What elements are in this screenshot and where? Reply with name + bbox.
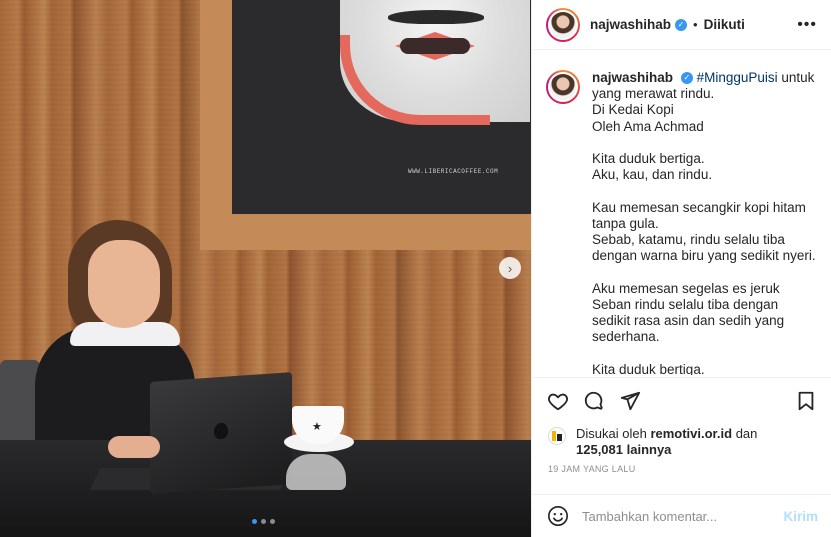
more-options-icon[interactable]: ••• xyxy=(797,16,817,34)
carousel-dot xyxy=(270,519,275,524)
person-hand xyxy=(108,436,160,458)
caption-line: Aku, kau, dan rindu. xyxy=(592,167,713,183)
avatar-image xyxy=(548,72,578,102)
action-bar xyxy=(532,377,831,423)
liker-avatar[interactable] xyxy=(548,427,566,445)
caption-first-line: najwashihab ✓ #MingguPuisi untuk yang me… xyxy=(592,70,817,102)
save-button[interactable] xyxy=(794,389,818,413)
caption-line: Di Kedai Kopi xyxy=(592,102,674,118)
caption-line: Seban rindu selalu tiba dengan sedikit r… xyxy=(592,296,785,345)
carousel-dot xyxy=(261,519,266,524)
avatar-image xyxy=(548,9,578,40)
post-header: najwashihab ✓ • Diikuti ••• xyxy=(532,0,831,50)
poster-mouth xyxy=(400,38,470,54)
poster-face xyxy=(340,0,530,125)
hashtag-link[interactable]: #MingguPuisi xyxy=(697,70,778,85)
apple-logo-icon xyxy=(214,422,228,440)
likes-suffix[interactable]: lainnya xyxy=(623,442,672,457)
carousel-next-button[interactable]: › xyxy=(499,257,521,279)
verified-badge-icon: ✓ xyxy=(680,72,693,85)
caption-lines: Di Kedai Kopi Oleh Ama Achmad Kita duduk b… xyxy=(592,102,817,375)
post-photo[interactable]: WWW.LIBERICACOFFEE.COM ★ › xyxy=(0,0,531,537)
avatar[interactable] xyxy=(546,7,580,42)
comment-button[interactable] xyxy=(582,389,606,413)
caption-text: najwashihab ✓ #MingguPuisi untuk yang me… xyxy=(592,70,817,375)
post-comment-button[interactable]: Kirim xyxy=(783,509,818,524)
instagram-post-modal: WWW.LIBERICACOFFEE.COM ★ › najwashihab ✓… xyxy=(0,0,831,537)
carousel-dots xyxy=(252,519,275,524)
caption-avatar[interactable] xyxy=(546,70,580,104)
poster-mustache xyxy=(388,10,484,24)
post-side-panel: najwashihab ✓ • Diikuti ••• najwashihab … xyxy=(531,0,831,537)
caption-line: Kita duduk bertiga. xyxy=(592,151,705,166)
star-icon: ★ xyxy=(312,421,322,433)
carousel-dot xyxy=(252,519,257,524)
caption-blank-line xyxy=(592,345,817,361)
comment-input[interactable] xyxy=(582,508,784,524)
verified-badge-icon: ✓ xyxy=(675,18,688,31)
username-link[interactable]: najwashihab xyxy=(590,17,671,32)
caption-username-link[interactable]: najwashihab xyxy=(592,70,673,85)
caption-blank-line xyxy=(592,135,817,151)
post-timestamp[interactable]: 19 JAM YANG LALU xyxy=(548,464,636,474)
caption-blank-line xyxy=(592,264,817,280)
poster-url-text: WWW.LIBERICACOFFEE.COM xyxy=(408,168,499,175)
emoji-button[interactable] xyxy=(546,504,570,528)
caption-line: Aku memesan segelas es jeruk xyxy=(592,280,780,296)
like-button[interactable] xyxy=(546,389,570,413)
chevron-right-icon: › xyxy=(507,260,513,276)
likes-summary: Disukai oleh remotivi.or.id dan 125,081 … xyxy=(548,426,757,458)
following-button[interactable]: Diikuti xyxy=(704,17,745,32)
bookmark-icon xyxy=(798,391,814,410)
share-button[interactable] xyxy=(618,389,642,413)
separator-dot: • xyxy=(693,17,698,32)
send-icon xyxy=(620,391,641,410)
likes-connector: dan xyxy=(732,426,758,441)
emoji-icon xyxy=(548,506,568,526)
coffee-poster: WWW.LIBERICACOFFEE.COM xyxy=(232,0,531,214)
caption-section: najwashihab ✓ #MingguPuisi untuk yang me… xyxy=(532,50,831,375)
comment-icon xyxy=(584,391,603,410)
laptop xyxy=(150,372,292,494)
cup-reflection xyxy=(286,454,346,490)
likes-prefix: Disukai oleh xyxy=(576,426,651,441)
comment-box: Kirim xyxy=(532,494,831,537)
caption-line: Kita duduk bertiga. xyxy=(592,361,705,375)
caption-blank-line xyxy=(592,183,817,199)
caption-line: Sebab, katamu, rindu selalu tiba dengan … xyxy=(592,232,816,264)
person-face xyxy=(88,240,160,328)
liker-username-link[interactable]: remotivi.or.id xyxy=(650,426,732,441)
caption-line: Oleh Ama Achmad xyxy=(592,118,704,134)
likes-text: Disukai oleh remotivi.or.id dan 125,081 … xyxy=(576,426,757,458)
remotivi-logo-icon xyxy=(552,431,562,441)
caption-line: Kau memesan secangkir kopi hitam tanpa g… xyxy=(592,199,806,231)
heart-icon xyxy=(548,393,568,410)
likes-count-link[interactable]: 125,081 xyxy=(576,442,623,457)
